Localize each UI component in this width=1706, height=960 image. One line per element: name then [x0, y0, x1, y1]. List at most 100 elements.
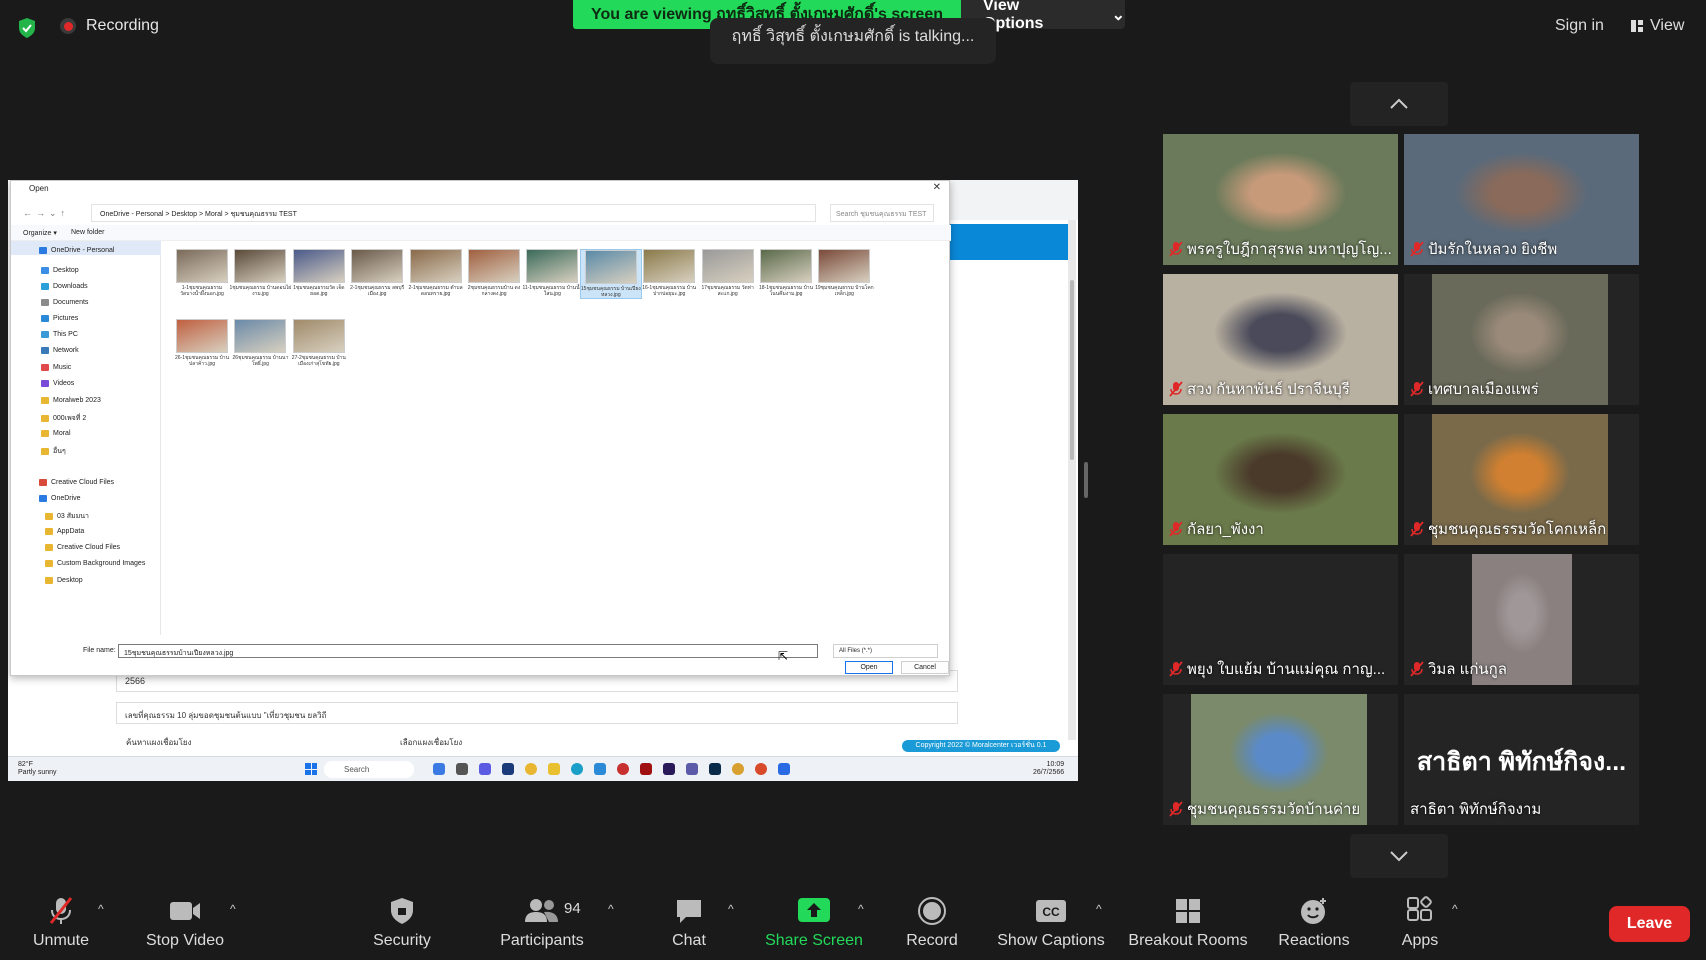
- new-folder-button[interactable]: New folder: [71, 229, 104, 236]
- shared-screen[interactable]: 2566 เลขที่คุณธรรม 10 ลุ่มขอดชุมชนต้นแบบ…: [8, 180, 1078, 781]
- premiere-icon[interactable]: [663, 763, 675, 775]
- file-thumbnail[interactable]: 1ชุมชนคุณธรรม บ้านดอนไผ่งาม.jpg: [229, 249, 291, 297]
- captions-caret-icon[interactable]: ^: [1096, 902, 1102, 916]
- split-resize-handle[interactable]: [1084, 462, 1088, 498]
- weather-widget[interactable]: 82°F Partly sunny: [18, 761, 57, 777]
- encryption-shield-icon[interactable]: [17, 17, 37, 39]
- windows-start-icon[interactable]: [305, 763, 317, 775]
- close-icon[interactable]: ✕: [933, 182, 941, 193]
- participant-tile[interactable]: ปัมรักในหลวง ยิงชีพ: [1404, 134, 1639, 265]
- apps-caret-icon[interactable]: ^: [1452, 902, 1458, 916]
- file-thumbnail[interactable]: 1-1ชุมชนคุณธรรม วัดบางน้ำผึ้งนอก.jpg: [171, 249, 233, 297]
- share-screen-button[interactable]: Share Screen: [764, 890, 864, 960]
- cancel-button[interactable]: Cancel: [901, 661, 949, 674]
- recording-indicator[interactable]: Recording: [60, 17, 159, 35]
- participant-tile[interactable]: สาธิตา พิทักษ์กิจง... สาธิตา พิทักษ์กิจงา…: [1404, 694, 1639, 825]
- file-thumbnail[interactable]: 26ชุมชนคุณธรรม บ้านนาโพธิ์.jpg: [229, 319, 291, 367]
- apps-button[interactable]: Apps: [1398, 890, 1442, 960]
- file-thumbnail[interactable]: 26-1ชุมชนคุณธรรม บ้านปลาค้าว.jpg: [171, 319, 233, 367]
- edge-icon[interactable]: [571, 763, 583, 775]
- nav-item[interactable]: Desktop: [41, 267, 79, 274]
- organize-button[interactable]: Organize ▾: [23, 229, 57, 237]
- nav-item[interactable]: อื่นๆ: [41, 446, 66, 457]
- file-thumbnail[interactable]: 15ชุมชนคุณธรรม บ้านเปียงหลวง.jpg: [579, 249, 642, 299]
- description-field[interactable]: เลขที่คุณธรรม 10 ลุ่มขอดชุมชนต้นแบบ "เที…: [116, 702, 958, 724]
- participant-tile[interactable]: วิมล แก่นกูล: [1404, 554, 1639, 685]
- taskbar-app-icon[interactable]: [502, 763, 514, 775]
- nav-item[interactable]: Downloads: [41, 283, 88, 290]
- nav-item[interactable]: Moralweb 2023: [41, 397, 101, 404]
- leave-button[interactable]: Leave: [1609, 906, 1690, 942]
- nav-item[interactable]: This PC: [41, 331, 78, 338]
- zoom-icon[interactable]: [778, 763, 790, 775]
- participant-tile[interactable]: ชุมชนคุณธรรมวัดโคกเหล็ก: [1404, 414, 1639, 545]
- folder-icon[interactable]: [548, 763, 560, 775]
- nav-item[interactable]: 03 สัมมนา: [45, 511, 89, 522]
- taskbar-clock[interactable]: 10:09 26/7/2566: [1033, 761, 1064, 777]
- file-thumbnail[interactable]: 2-1ชุมชนคุณธรรม ตำบลดอนทราย.jpg: [405, 249, 467, 297]
- chat-button[interactable]: Chat: [668, 890, 710, 960]
- nav-item[interactable]: Creative Cloud Files: [39, 479, 114, 486]
- nav-arrows-icon[interactable]: ←→⌄↑: [11, 208, 91, 219]
- file-thumbnail[interactable]: 1ชุมชนคุณธรรมวัด เจ็ดยอด.jpg: [288, 249, 350, 297]
- nav-item[interactable]: Pictures: [41, 315, 78, 322]
- nav-item[interactable]: OneDrive - Personal: [39, 247, 114, 254]
- nav-item[interactable]: Moral: [41, 430, 71, 437]
- taskbar-app-icon[interactable]: [433, 763, 445, 775]
- file-thumbnail[interactable]: 11-1ชุมชนคุณธรรม บ้านน้ำใสน.jpg: [521, 249, 583, 297]
- nav-item[interactable]: Videos: [41, 380, 74, 387]
- unmute-button[interactable]: Unmute: [24, 890, 98, 960]
- taskbar-app-icon[interactable]: [617, 763, 629, 775]
- audio-options-caret-icon[interactable]: ^: [98, 902, 104, 916]
- participant-tile[interactable]: เทศบาลเมืองแพร่: [1404, 274, 1639, 405]
- file-type-select[interactable]: All Files (*.*): [833, 644, 938, 658]
- taskbar-app-icon[interactable]: [686, 763, 698, 775]
- security-button[interactable]: Security: [366, 890, 438, 960]
- nav-item[interactable]: Custom Background Images: [45, 560, 145, 567]
- taskbar-app-icon[interactable]: [456, 763, 468, 775]
- path-field[interactable]: OneDrive - Personal > Desktop > Moral > …: [91, 204, 816, 222]
- taskbar-app-icon[interactable]: [594, 763, 606, 775]
- view-button[interactable]: View: [1630, 17, 1684, 35]
- nav-item[interactable]: Desktop: [45, 577, 83, 584]
- file-thumbnail[interactable]: 27-2ชุมชนคุณธรรม บ้านเมืองเก่าสุโขทัย.jp…: [288, 319, 350, 367]
- chat-caret-icon[interactable]: ^: [728, 902, 734, 916]
- share-caret-icon[interactable]: ^: [858, 902, 864, 916]
- search-input[interactable]: Search ชุมชนคุณธรรม TEST: [830, 204, 934, 222]
- nav-item[interactable]: OneDrive: [39, 495, 81, 502]
- participants-caret-icon[interactable]: ^: [608, 902, 614, 916]
- show-captions-button[interactable]: CC Show Captions: [994, 890, 1108, 960]
- stop-video-button[interactable]: Stop Video: [140, 890, 230, 960]
- file-thumbnail[interactable]: 2-1ชุมชนคุณธรรม ลพบุรีเมือง.jpg: [346, 249, 408, 297]
- nav-item[interactable]: Music: [41, 364, 71, 371]
- taskbar-app-icon[interactable]: [479, 763, 491, 775]
- breakout-rooms-button[interactable]: Breakout Rooms: [1126, 890, 1250, 960]
- chrome-icon[interactable]: [732, 763, 744, 775]
- participant-tile[interactable]: สวง กันหาพันธ์ ปราจีนบุรี: [1163, 274, 1398, 405]
- file-name-input[interactable]: 15ชุมชนคุณธรรมบ้านเปียงหลวง.jpg: [118, 644, 818, 658]
- photoshop-icon[interactable]: [709, 763, 721, 775]
- file-thumbnail[interactable]: 2ชุมชนคุณธรรมบ้าน ดงกลางดง.jpg: [463, 249, 525, 297]
- nav-item[interactable]: Network: [41, 347, 79, 354]
- acrobat-icon[interactable]: [640, 763, 652, 775]
- taskbar-app-icon[interactable]: [755, 763, 767, 775]
- file-thumbnail[interactable]: 19ชุมชนคุณธรรม บ้านโคกเหล็ก.jpg: [813, 249, 875, 297]
- participant-tile[interactable]: พรครูใบฎีกาสุรพล มหาปุญโญ...: [1163, 134, 1398, 265]
- video-options-caret-icon[interactable]: ^: [230, 902, 236, 916]
- nav-item[interactable]: AppData: [45, 528, 84, 535]
- participant-tile[interactable]: ชุมชนคุณธรรมวัดบ้านค่าย: [1163, 694, 1398, 825]
- sign-in-link[interactable]: Sign in: [1555, 17, 1604, 35]
- file-thumbnail[interactable]: 18-1ชุมชนคุณธรรม บ้านโนนคึมงาม.jpg: [755, 249, 817, 297]
- participant-tile[interactable]: กัลยา_พังงา: [1163, 414, 1398, 545]
- gallery-scroll-up-button[interactable]: [1350, 82, 1448, 126]
- chrome-icon[interactable]: [525, 763, 537, 775]
- record-button[interactable]: Record: [906, 890, 958, 960]
- page-scrollbar[interactable]: [1068, 220, 1076, 740]
- taskbar-search[interactable]: Search: [324, 761, 414, 778]
- participant-tile[interactable]: พยุง ใบแย้ม บ้านแม่คุณ กาญ...: [1163, 554, 1398, 685]
- nav-item[interactable]: Creative Cloud Files: [45, 544, 120, 551]
- nav-item[interactable]: 000เพจที่ 2: [41, 413, 86, 424]
- nav-item[interactable]: Documents: [41, 299, 88, 306]
- reactions-button[interactable]: Reactions: [1273, 890, 1355, 960]
- file-thumbnail[interactable]: 16-1ชุมชนคุณธรรม บ้านปากบ่อยุมะ.jpg: [638, 249, 700, 297]
